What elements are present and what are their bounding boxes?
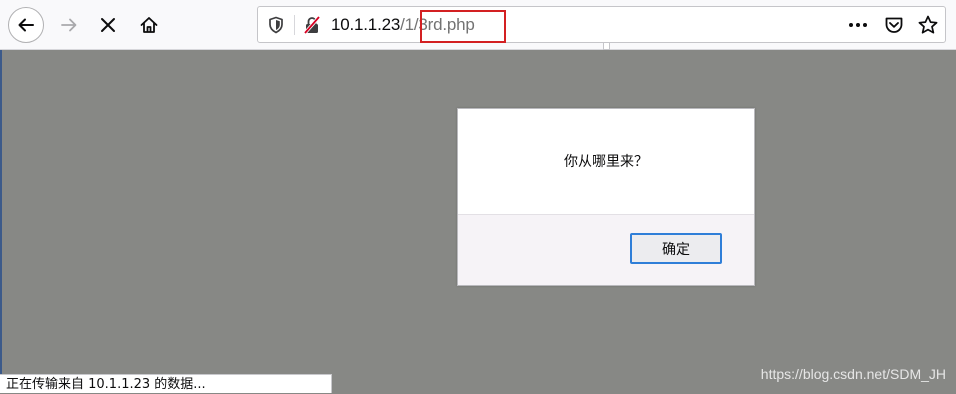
forward-arrow-icon [61,18,77,32]
dialog-message: 你从哪里来？ [564,154,648,170]
shield-icon[interactable] [266,15,286,35]
stop-button[interactable] [94,11,122,39]
pocket-icon[interactable] [883,14,905,36]
insecure-lock-icon[interactable] [302,15,322,35]
urlbar-separator [294,15,295,35]
home-icon [140,17,158,33]
window-edge [0,50,2,393]
stop-icon [101,18,115,32]
home-button[interactable] [135,11,163,39]
dialog-body: 你从哪里来？ [458,109,754,215]
browser-toolbar: 10.1.1.23/1/3rd.php [0,0,956,50]
url-host: 10.1.1.23 [331,15,401,34]
ok-button[interactable]: 确定 [630,233,722,264]
alert-dialog: 你从哪里来？ 确定 [457,108,755,286]
tab-modal-indicator [603,43,610,50]
url-path-prefix: /1/ [400,15,419,34]
url-annotation-box [420,10,506,43]
star-icon[interactable] [917,14,939,36]
address-bar[interactable]: 10.1.1.23/1/3rd.php [257,6,946,43]
back-arrow-icon [18,18,34,32]
watermark: https://blog.csdn.net/SDM_JH [760,366,946,382]
forward-button[interactable] [55,11,83,39]
status-bar: 正在传输来自 10.1.1.23 的数据... [0,374,332,393]
back-button[interactable] [8,7,44,43]
more-dots-icon[interactable] [847,16,869,34]
